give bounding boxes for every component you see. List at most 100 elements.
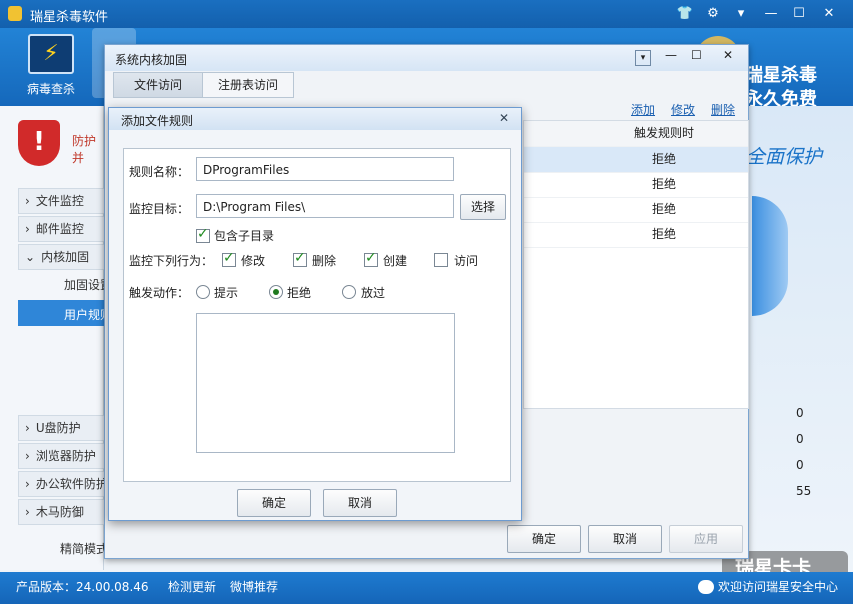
add-link[interactable]: 添加: [631, 101, 655, 118]
check-update-link[interactable]: 检测更新: [168, 572, 216, 602]
brand-line-1: 瑞星杀毒: [745, 65, 817, 86]
right-promo-panel: 全面保护 0 0 0 55: [746, 106, 853, 572]
shield-icon: !: [18, 120, 60, 166]
close-icon[interactable]: ✕: [723, 48, 733, 62]
action-deny-radio[interactable]: [269, 285, 283, 299]
brand-slogan: 瑞星杀毒 永久免费: [745, 64, 817, 112]
table-row[interactable]: 拒绝: [524, 172, 748, 198]
action-prompt-radio[interactable]: [196, 285, 210, 299]
stat-value: 0: [796, 458, 804, 472]
security-center-link[interactable]: 欢迎访问瑞星安全中心: [718, 572, 838, 602]
cell-action: 拒绝: [651, 152, 676, 166]
dialog-title: 添加文件规则: [121, 114, 194, 128]
target-path-input[interactable]: D:\Program Files\: [196, 194, 454, 218]
include-subdir-label: 包含子目录: [214, 229, 275, 243]
action-allow-radio[interactable]: [342, 285, 356, 299]
notes-textarea[interactable]: [196, 313, 455, 453]
stat-value: 0: [796, 406, 804, 420]
protect-status-text: 防护并: [72, 134, 97, 165]
table-row[interactable]: 拒绝: [524, 222, 748, 248]
nav-browser-protect[interactable]: › 浏览器防护: [18, 443, 106, 469]
behavior-label: 访问: [454, 254, 479, 268]
chevron-right-icon: ›: [25, 222, 30, 236]
delete-link[interactable]: 删除: [711, 101, 735, 118]
nav-label: 内核加固: [41, 250, 90, 264]
version-text: 产品版本：24.00.08.46: [16, 580, 149, 594]
action-option-label: 拒绝: [287, 286, 312, 300]
behavior-create-checkbox[interactable]: [364, 250, 378, 267]
rule-name-input[interactable]: DProgramFiles: [196, 157, 454, 181]
cell-action: 拒绝: [651, 177, 676, 191]
chevron-down-icon: ⌄: [25, 250, 36, 264]
minimize-icon[interactable]: —: [665, 48, 677, 62]
title-bar: 瑞星杀毒软件 👕 ⚙ ▾ — ☐ ✕: [0, 0, 853, 28]
behavior-modify-checkbox[interactable]: [222, 250, 236, 267]
column-header: 触发规则时: [633, 126, 694, 140]
cancel-button[interactable]: 取消: [323, 489, 397, 517]
virus-scan-label: 病毒查杀: [26, 82, 75, 96]
tab-registry-access[interactable]: 注册表访问: [202, 72, 294, 98]
status-bar: 产品版本：24.00.08.46 检测更新 微博推荐 欢迎访问瑞星安全中心: [0, 572, 853, 604]
ok-button[interactable]: 确定: [237, 489, 311, 517]
ok-button[interactable]: 确定: [507, 525, 581, 553]
minimize-icon[interactable]: —: [762, 5, 780, 23]
behavior-label: 删除: [312, 254, 337, 268]
tab-file-access[interactable]: 文件访问: [113, 72, 203, 98]
main-window: 瑞星杀毒软件 👕 ⚙ ▾ — ☐ ✕ ⚡ 病毒查杀 瑞星杀毒 永久免费 ! 防护…: [0, 0, 853, 604]
menu-icon[interactable]: ▾: [635, 50, 651, 66]
nav-label: 木马防御: [35, 505, 84, 519]
app-title: 瑞星杀毒软件: [30, 10, 109, 25]
close-icon[interactable]: ✕: [820, 5, 838, 23]
cloud-icon: [698, 580, 714, 594]
table-row[interactable]: 拒绝: [524, 147, 748, 173]
include-subdir-checkbox[interactable]: [196, 226, 210, 243]
dialog-title: 系统内核加固: [115, 53, 188, 67]
simple-mode-button[interactable]: 精简模式: [60, 540, 108, 557]
target-label: 监控目标：: [129, 202, 190, 216]
behaviors-label: 监控下列行为：: [129, 254, 214, 268]
skin-icon[interactable]: 👕: [676, 5, 694, 23]
nav-label: 办公软件防护: [35, 477, 106, 491]
chevron-right-icon: ›: [25, 449, 30, 463]
nav-office-protect[interactable]: › 办公软件防护: [18, 471, 106, 497]
action-option-label: 放过: [361, 286, 386, 300]
monitor-icon: ⚡: [28, 34, 74, 74]
dialog-header: 添加文件规则 ✕: [109, 108, 521, 130]
maximize-icon[interactable]: ☐: [790, 5, 808, 23]
gear-icon[interactable]: ⚙: [704, 5, 722, 23]
behavior-label: 创建: [383, 254, 408, 268]
stat-value: 55: [796, 484, 812, 498]
add-file-rule-dialog: 添加文件规则 ✕ 规则名称： DProgramFiles 监控目标： D:\Pr…: [108, 107, 522, 521]
nav-file-monitor[interactable]: › 文件监控: [18, 188, 106, 214]
stat-value: 0: [796, 432, 804, 446]
edit-link[interactable]: 修改: [671, 101, 695, 118]
chevron-right-icon: ›: [25, 505, 30, 519]
apply-button[interactable]: 应用: [669, 525, 743, 553]
cell-action: 拒绝: [651, 202, 676, 216]
browse-button[interactable]: 选择: [460, 194, 506, 220]
behavior-access-checkbox[interactable]: [434, 253, 448, 267]
chevron-right-icon: ›: [25, 194, 30, 208]
nav-trojan-defense[interactable]: › 木马防御: [18, 499, 106, 525]
virus-scan-button[interactable]: ⚡ 病毒查杀: [12, 28, 90, 104]
weibo-link[interactable]: 微博推荐: [230, 572, 278, 602]
behavior-delete-checkbox[interactable]: [293, 250, 307, 267]
rules-table: 触发规则时 拒绝 拒绝 拒绝 拒绝: [523, 120, 749, 409]
rule-name-label: 规则名称：: [129, 165, 190, 179]
nav-label: 文件监控: [35, 194, 84, 208]
menu-icon[interactable]: ▾: [732, 5, 750, 23]
nav-kernel-hardening[interactable]: ⌄ 内核加固: [18, 244, 106, 270]
nav-label: U盘防护: [35, 421, 81, 435]
nav-label: 浏览器防护: [35, 449, 96, 463]
action-label: 触发动作：: [129, 286, 190, 300]
table-row[interactable]: 拒绝: [524, 197, 748, 223]
chevron-right-icon: ›: [25, 421, 30, 435]
app-logo-icon: [8, 6, 22, 21]
close-icon[interactable]: ✕: [489, 108, 519, 128]
maximize-icon[interactable]: ☐: [691, 48, 702, 62]
nav-usb-protect[interactable]: › U盘防护: [18, 415, 106, 441]
cell-action: 拒绝: [651, 227, 676, 241]
action-option-label: 提示: [214, 286, 239, 300]
cancel-button[interactable]: 取消: [588, 525, 662, 553]
nav-mail-monitor[interactable]: › 邮件监控: [18, 216, 106, 242]
